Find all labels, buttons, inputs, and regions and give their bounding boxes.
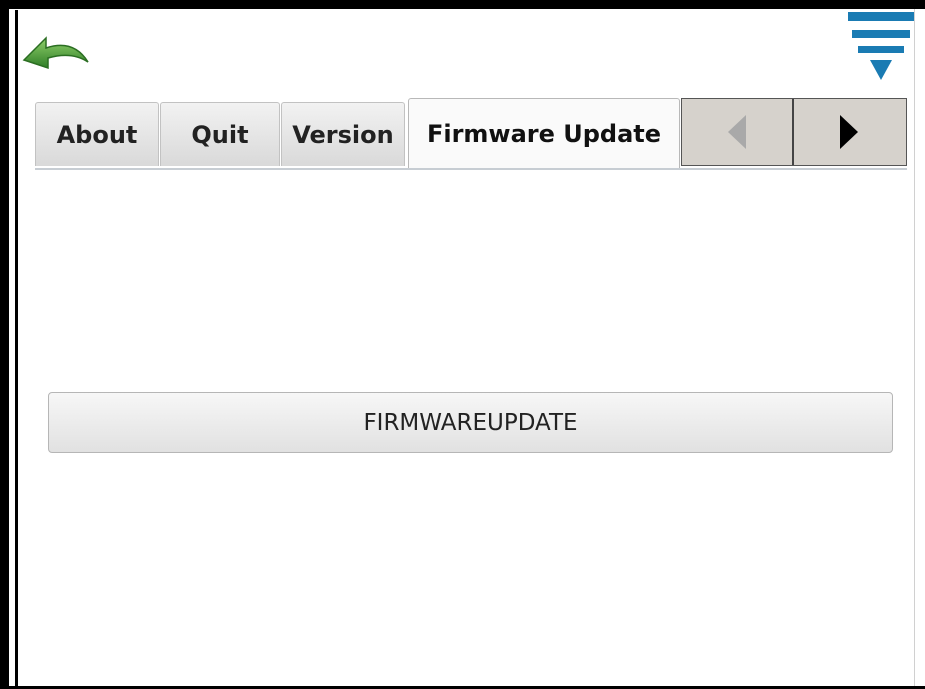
- menu-button[interactable]: [846, 10, 916, 86]
- scroll-right-arrow-icon: [840, 115, 858, 149]
- tab-firmware-update-label: Firmware Update: [426, 119, 662, 148]
- window-frame-top: [0, 0, 925, 9]
- funnel-menu-icon: [848, 12, 914, 80]
- tab-quit[interactable]: Quit: [160, 102, 280, 166]
- firmware-update-button[interactable]: FIRMWAREUPDATE: [48, 392, 893, 453]
- tab-about[interactable]: About: [35, 102, 159, 166]
- tab-bar: About Quit Version Firmware Update: [35, 98, 907, 170]
- tab-version-label: Version: [292, 120, 394, 149]
- tab-firmware-update[interactable]: Firmware Update: [408, 98, 680, 168]
- firmware-update-button-label: FIRMWAREUPDATE: [363, 409, 578, 436]
- window-frame-right: [914, 9, 915, 686]
- tab-scroll-right-button[interactable]: [794, 99, 904, 165]
- tab-scroll-controls: [681, 98, 907, 166]
- tab-about-label: About: [56, 120, 138, 149]
- back-button[interactable]: [20, 22, 92, 76]
- tab-quit-label: Quit: [191, 120, 249, 149]
- curved-back-arrow-icon: [22, 36, 89, 70]
- window-frame-left-inner: [15, 10, 18, 689]
- window-frame-left: [0, 0, 9, 689]
- scroll-left-arrow-icon: [728, 115, 746, 149]
- tab-version[interactable]: Version: [281, 102, 405, 166]
- tab-scroll-left-button[interactable]: [682, 99, 792, 165]
- tab-bar-underline: [35, 168, 907, 170]
